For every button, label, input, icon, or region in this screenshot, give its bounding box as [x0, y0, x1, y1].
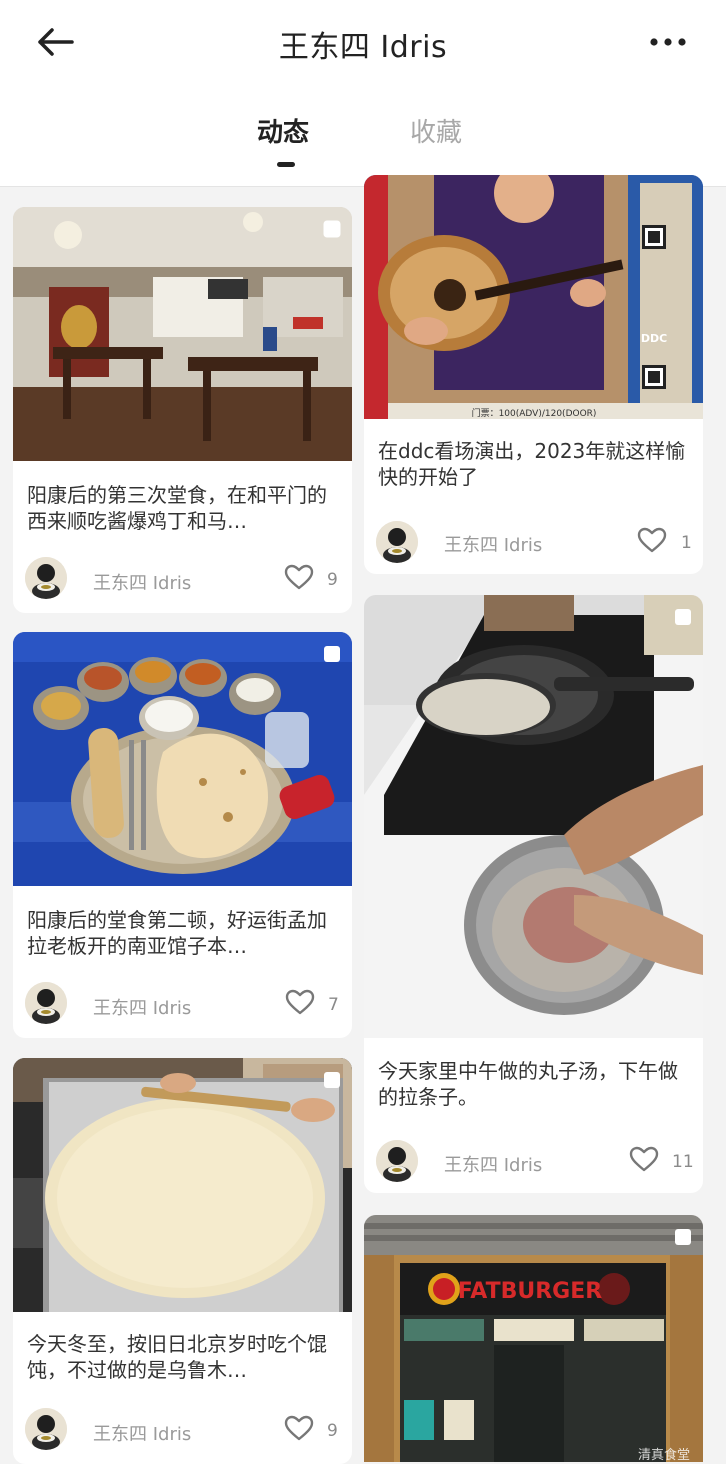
more-horizontal-icon: [650, 38, 686, 46]
like-count: 9: [327, 1421, 338, 1441]
like-count: 11: [672, 1152, 694, 1172]
heart-icon[interactable]: [636, 526, 668, 554]
active-tab-indicator: [277, 162, 295, 167]
tab-dynamics[interactable]: 动态: [257, 112, 309, 149]
watermark: 清真食堂: [638, 1447, 690, 1462]
post-caption: 今天家里中午做的丸子汤，下午做的拉条子。: [378, 1059, 678, 1109]
avatar[interactable]: [25, 1408, 67, 1450]
post-caption: 阳康后的第三次堂食，在和平门的西来顺吃酱爆鸡丁和马…: [27, 483, 327, 533]
multi-image-icon: [675, 1229, 691, 1245]
store-sign: FATBURGER: [458, 1279, 602, 1304]
heart-icon[interactable]: [283, 1414, 315, 1442]
post-caption: 阳康后的堂食第二顿，好运街孟加拉老板开的南亚馆子本…: [27, 908, 327, 958]
multi-image-icon: [323, 220, 341, 238]
author-name[interactable]: 王东四 Idris: [93, 569, 191, 595]
post-image: [13, 632, 352, 886]
post-card[interactable]: 今天家里中午做的丸子汤，下午做的拉条子。 王东四 Idris 11: [364, 595, 703, 1193]
post-caption: 今天冬至，按旧日北京岁时吃个馄饨，不过做的是乌鲁木…: [27, 1332, 327, 1382]
more-button[interactable]: [644, 28, 692, 56]
post-image: [364, 595, 703, 1038]
post-image: [13, 1058, 352, 1312]
post-image: [13, 207, 352, 461]
post-card[interactable]: DDC 门票：100(ADV)/120(DOOR) 在ddc看场演出，2023年…: [364, 175, 703, 574]
avatar[interactable]: [376, 521, 418, 563]
multi-image-icon: [324, 646, 340, 662]
poster-logo: DDC: [641, 332, 667, 345]
post-card[interactable]: 今天冬至，按旧日北京岁时吃个馄饨，不过做的是乌鲁木… 王东四 Idris 9: [13, 1058, 352, 1464]
post-caption: 在ddc看场演出，2023年就这样愉快的开始了: [378, 439, 686, 489]
avatar[interactable]: [376, 1140, 418, 1182]
like-count: 1: [681, 533, 692, 553]
author-name[interactable]: 王东四 Idris: [93, 994, 191, 1020]
post-image: FATBURGER 清真食堂: [364, 1215, 703, 1462]
author-name[interactable]: 王东四 Idris: [444, 531, 542, 557]
page-title: 王东四 Idris: [278, 30, 448, 65]
like-count: 9: [327, 570, 338, 590]
heart-icon[interactable]: [284, 988, 316, 1016]
post-image: DDC 门票：100(ADV)/120(DOOR): [364, 175, 703, 419]
author-name[interactable]: 王东四 Idris: [444, 1151, 542, 1177]
top-bar: 王东四 Idris 动态 收藏: [0, 0, 726, 187]
heart-icon[interactable]: [628, 1145, 660, 1173]
post-card[interactable]: 阳康后的第三次堂食，在和平门的西来顺吃酱爆鸡丁和马… 王东四 Idris 9: [13, 207, 352, 613]
post-card[interactable]: 阳康后的堂食第二顿，好运街孟加拉老板开的南亚馆子本… 王东四 Idris 7: [13, 632, 352, 1038]
multi-image-icon: [324, 1072, 340, 1088]
avatar[interactable]: [25, 557, 67, 599]
like-count: 7: [328, 995, 339, 1015]
multi-image-icon: [675, 609, 691, 625]
poster-ticket-price: 门票：100(ADV)/120(DOOR): [472, 407, 597, 419]
author-name[interactable]: 王东四 Idris: [93, 1420, 191, 1446]
avatar[interactable]: [25, 982, 67, 1024]
tab-favorites[interactable]: 收藏: [410, 112, 462, 149]
post-card[interactable]: FATBURGER 清真食堂: [364, 1215, 703, 1462]
heart-icon[interactable]: [283, 563, 315, 591]
